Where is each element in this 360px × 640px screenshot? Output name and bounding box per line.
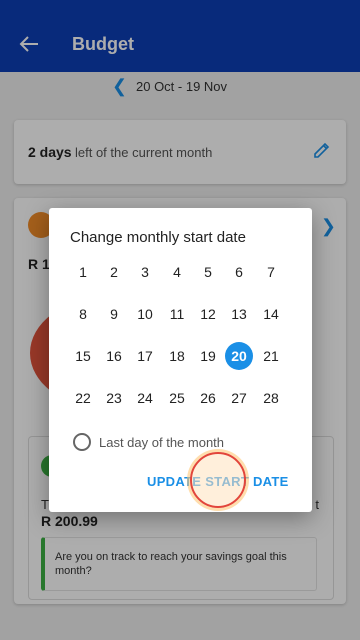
day-27[interactable]: 27 xyxy=(225,384,253,412)
day-2[interactable]: 2 xyxy=(100,258,128,286)
day-4[interactable]: 4 xyxy=(163,258,191,286)
day-17[interactable]: 17 xyxy=(131,342,159,370)
day-12[interactable]: 12 xyxy=(194,300,222,328)
day-19[interactable]: 19 xyxy=(194,342,222,370)
day-10[interactable]: 10 xyxy=(131,300,159,328)
day-11[interactable]: 11 xyxy=(163,300,191,328)
day-26[interactable]: 26 xyxy=(194,384,222,412)
day-5[interactable]: 5 xyxy=(194,258,222,286)
day-15[interactable]: 15 xyxy=(69,342,97,370)
radio-button[interactable] xyxy=(73,433,91,451)
day-20[interactable]: 20 xyxy=(225,342,253,370)
day-18[interactable]: 18 xyxy=(163,342,191,370)
day-7[interactable]: 7 xyxy=(257,258,285,286)
day-1[interactable]: 1 xyxy=(69,258,97,286)
last-day-label: Last day of the month xyxy=(99,435,225,450)
touch-indicator xyxy=(190,452,246,508)
day-23[interactable]: 23 xyxy=(100,384,128,412)
day-6[interactable]: 6 xyxy=(225,258,253,286)
day-25[interactable]: 25 xyxy=(163,384,191,412)
start-date-dialog: Change monthly start date 1 2 3 4 5 6 7 8 9 10 11 1… xyxy=(49,208,312,512)
day-8[interactable]: 8 xyxy=(69,300,97,328)
day-16[interactable]: 16 xyxy=(100,342,128,370)
dialog-title: Change monthly start date xyxy=(70,229,246,246)
day-28[interactable]: 28 xyxy=(257,384,285,412)
day-13[interactable]: 13 xyxy=(225,300,253,328)
day-3[interactable]: 3 xyxy=(131,258,159,286)
day-9[interactable]: 9 xyxy=(100,300,128,328)
day-22[interactable]: 22 xyxy=(69,384,97,412)
day-24[interactable]: 24 xyxy=(131,384,159,412)
day-14[interactable]: 14 xyxy=(257,300,285,328)
day-21[interactable]: 21 xyxy=(257,342,285,370)
